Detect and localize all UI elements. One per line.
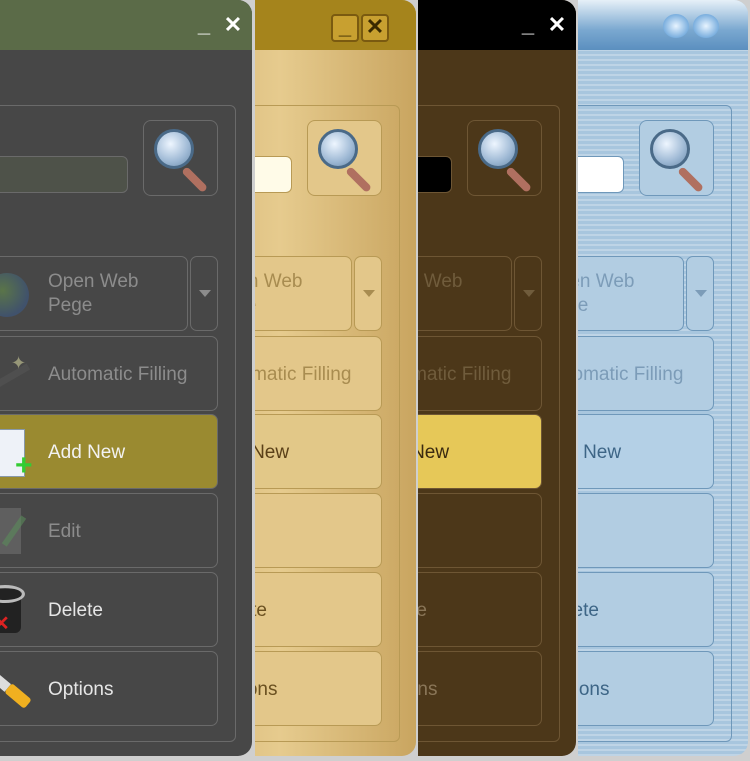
fill-button[interactable]: ✦ Automatic Filling xyxy=(0,336,218,411)
open-label: Open Web Pege xyxy=(578,271,635,316)
add-label: Add New xyxy=(48,442,126,463)
delete-label: Delete xyxy=(48,600,103,621)
minimize-button[interactable]: _ xyxy=(192,14,216,38)
options-button[interactable]: Options xyxy=(0,651,218,726)
edit-label: Edit xyxy=(48,521,81,542)
chevron-down-icon xyxy=(363,290,375,297)
fill-label: Automatic Filling xyxy=(255,364,352,385)
globe-icon xyxy=(0,269,41,319)
skin-window-gray: _ ✕ Open Web Pege ✦ Automatic Filling + … xyxy=(0,0,255,761)
open-web-page-dropdown[interactable] xyxy=(686,256,714,331)
fill-button[interactable]: Automatic Filling xyxy=(578,336,714,411)
add-label: Add New xyxy=(583,442,622,463)
title-bar[interactable]: _ ✕ xyxy=(418,0,576,50)
options-label: Options xyxy=(48,679,114,700)
add-label: Add New xyxy=(418,442,450,463)
search-input[interactable] xyxy=(578,156,624,193)
options-label: Options xyxy=(255,679,278,700)
open-web-page-dropdown[interactable] xyxy=(190,256,218,331)
options-button[interactable]: Options xyxy=(255,651,382,726)
chevron-down-icon xyxy=(523,290,535,297)
options-button[interactable]: Options xyxy=(418,651,542,726)
open-web-page-dropdown[interactable] xyxy=(514,256,542,331)
open-button[interactable]: Open Web Pege xyxy=(0,256,188,331)
edit-button[interactable]: Edit xyxy=(578,493,714,568)
add-document-icon: + xyxy=(0,427,41,481)
edit-icon xyxy=(0,506,41,556)
trash-icon: ✕ xyxy=(0,585,41,635)
skin-window-brown: _ ✕ Open Web Pege Automatic Filling Add … xyxy=(418,0,578,761)
close-button[interactable]: ✕ xyxy=(545,14,569,38)
open-button[interactable]: Open Web Pege xyxy=(418,256,512,331)
search-input[interactable] xyxy=(0,156,128,193)
search-input[interactable] xyxy=(255,156,292,193)
edit-button[interactable]: Edit xyxy=(418,493,542,568)
add-button[interactable]: + Add New xyxy=(0,414,218,489)
minimize-button[interactable]: _ xyxy=(331,14,359,42)
magic-wand-icon: ✦ xyxy=(0,349,41,399)
edit-button[interactable]: Edit xyxy=(0,493,218,568)
chevron-down-icon xyxy=(199,290,211,297)
skin-window-gold: _ ✕ Open Web Pege Automatic Filling Add … xyxy=(255,0,418,761)
search-button[interactable] xyxy=(639,120,714,196)
delete-button[interactable]: Delete xyxy=(418,572,542,647)
skin-window-blue: _ ✕ Open Web Pege Automatic Filling Add … xyxy=(578,0,750,761)
wrench-icon xyxy=(0,664,41,714)
fill-button[interactable]: Automatic Filling xyxy=(418,336,542,411)
search-button[interactable] xyxy=(307,120,382,196)
delete-label: Delete xyxy=(418,600,427,621)
options-button[interactable]: Options xyxy=(578,651,714,726)
open-button[interactable]: Open Web Pege xyxy=(578,256,684,331)
delete-label: Delete xyxy=(255,600,267,621)
fill-label: Automatic Filling xyxy=(578,364,684,385)
open-button[interactable]: Open Web Pege xyxy=(255,256,352,331)
search-input[interactable] xyxy=(418,156,452,193)
title-bar[interactable]: _ ✕ xyxy=(578,0,748,50)
open-web-page-dropdown[interactable] xyxy=(354,256,382,331)
close-button[interactable]: ✕ xyxy=(693,14,719,38)
options-label: Options xyxy=(418,679,438,700)
add-button[interactable]: Add New xyxy=(578,414,714,489)
title-bar[interactable]: _ ✕ xyxy=(0,0,252,50)
minimize-button[interactable]: _ xyxy=(516,14,540,38)
search-button[interactable] xyxy=(143,120,218,196)
fill-label: Automatic Filling xyxy=(48,364,188,385)
options-label: Options xyxy=(578,679,610,700)
close-button[interactable]: ✕ xyxy=(361,14,389,42)
search-button[interactable] xyxy=(467,120,542,196)
delete-button[interactable]: ✕ Delete xyxy=(0,572,218,647)
add-label: Add New xyxy=(255,442,290,463)
add-button[interactable]: Add New xyxy=(418,414,542,489)
delete-button[interactable]: Delete xyxy=(578,572,714,647)
delete-label: Delete xyxy=(578,600,599,621)
open-label: Open Web Pege xyxy=(255,271,303,316)
minimize-button[interactable]: _ xyxy=(663,14,689,38)
add-button[interactable]: Add New xyxy=(255,414,382,489)
fill-button[interactable]: Automatic Filling xyxy=(255,336,382,411)
delete-button[interactable]: Delete xyxy=(255,572,382,647)
open-label: Open Web Pege xyxy=(48,271,139,316)
close-button[interactable]: ✕ xyxy=(221,14,245,38)
open-label: Open Web Pege xyxy=(418,271,463,292)
title-bar[interactable]: _ ✕ xyxy=(255,0,416,50)
chevron-down-icon xyxy=(695,290,707,297)
fill-label: Automatic Filling xyxy=(418,364,512,385)
edit-button[interactable]: Edit xyxy=(255,493,382,568)
